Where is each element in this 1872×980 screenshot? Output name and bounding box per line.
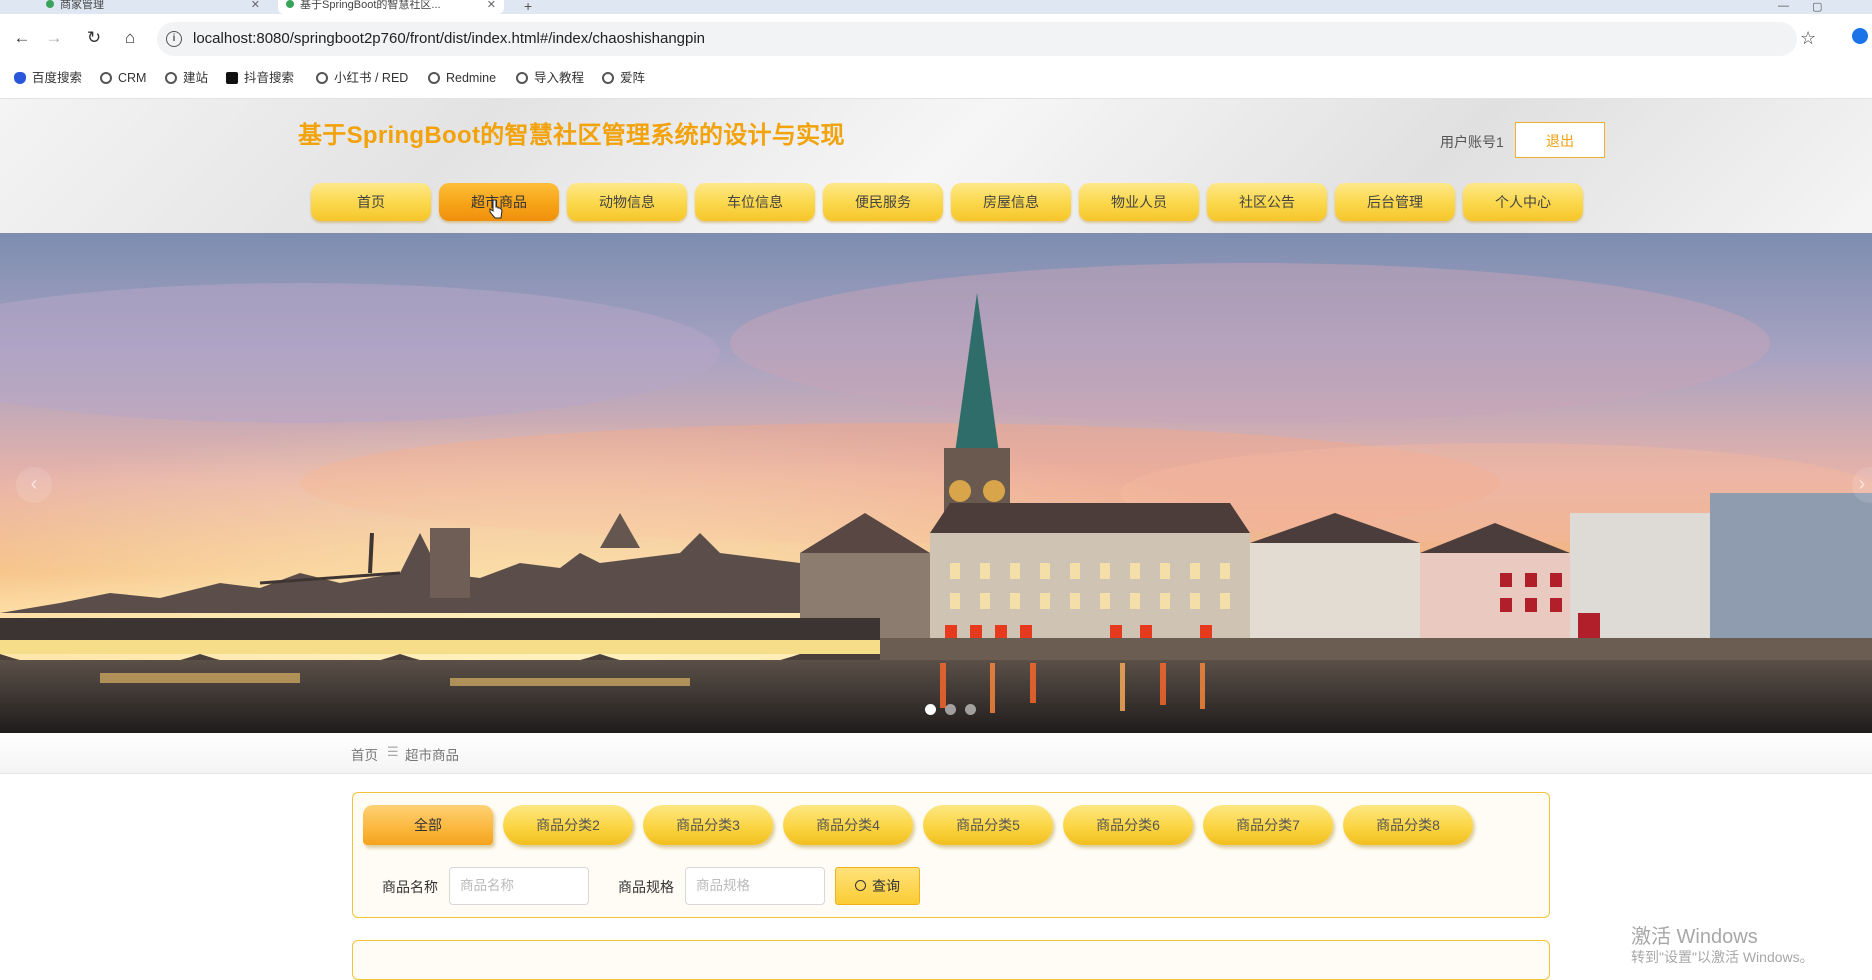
tab-favicon-icon xyxy=(46,0,54,8)
product-spec-label: 商品规格 xyxy=(618,879,674,895)
globe-icon xyxy=(516,72,528,84)
product-spec-input[interactable]: 商品规格 xyxy=(685,867,825,905)
new-tab-icon[interactable]: + xyxy=(524,0,532,14)
search-button[interactable]: 查询 xyxy=(835,867,920,905)
windows-activation-subtext: 转到"设置"以激活 Windows。 xyxy=(1631,949,1814,965)
category-button[interactable]: 商品分类3 xyxy=(643,805,773,845)
reload-icon[interactable]: ↻ xyxy=(82,26,106,50)
breadcrumb xyxy=(0,733,1872,774)
globe-icon xyxy=(100,72,112,84)
product-list-panel xyxy=(352,940,1550,980)
globe-icon xyxy=(316,72,328,84)
nav-property-staff[interactable]: 物业人员 xyxy=(1079,183,1199,221)
search-button-label: 查询 xyxy=(872,878,900,894)
breadcrumb-separator-icon: ☰ xyxy=(387,744,399,759)
bookmark-item[interactable]: 抖音搜索 xyxy=(226,70,294,86)
product-name-input[interactable]: 商品名称 xyxy=(449,867,589,905)
globe-icon xyxy=(428,72,440,84)
product-name-label: 商品名称 xyxy=(382,879,438,895)
site-info-icon[interactable]: i xyxy=(166,31,182,47)
restore-icon[interactable]: ▢ xyxy=(1812,0,1822,13)
nav-parking-info[interactable]: 车位信息 xyxy=(695,183,815,221)
category-button[interactable]: 商品分类2 xyxy=(503,805,633,845)
category-button[interactable]: 商品分类6 xyxy=(1063,805,1193,845)
breadcrumb-current: 超市商品 xyxy=(405,748,459,763)
bookmark-star-icon[interactable]: ☆ xyxy=(1800,28,1816,49)
minimize-icon[interactable]: — xyxy=(1778,0,1789,12)
home-icon[interactable]: ⌂ xyxy=(118,26,142,50)
site-title: 基于SpringBoot的智慧社区管理系统的设计与实现 xyxy=(298,122,845,149)
category-button[interactable]: 商品分类8 xyxy=(1343,805,1473,845)
nav-personal-center[interactable]: 个人中心 xyxy=(1463,183,1583,221)
windows-activation-watermark: 激活 Windows xyxy=(1631,926,1758,948)
bookmark-item[interactable]: 爱阵 xyxy=(602,70,645,86)
bookmark-item[interactable]: 建站 xyxy=(165,70,208,86)
nav-animal-info[interactable]: 动物信息 xyxy=(567,183,687,221)
close-tab-icon[interactable]: ✕ xyxy=(487,0,496,11)
bookmark-item[interactable]: CRM xyxy=(100,70,146,86)
profile-avatar-icon[interactable] xyxy=(1852,28,1868,44)
category-all[interactable]: 全部 xyxy=(363,805,493,845)
url-text[interactable]: localhost:8080/springboot2p760/front/dis… xyxy=(193,30,705,47)
search-icon xyxy=(855,880,866,891)
globe-icon xyxy=(165,72,177,84)
nav-community-notice[interactable]: 社区公告 xyxy=(1207,183,1327,221)
carousel-dot[interactable] xyxy=(965,704,976,715)
forward-arrow-icon[interactable]: → xyxy=(42,26,66,50)
category-button[interactable]: 商品分类5 xyxy=(923,805,1053,845)
bookmark-item[interactable]: Redmine xyxy=(428,70,496,86)
user-account-label: 用户账号1 xyxy=(1440,134,1504,150)
nav-admin[interactable]: 后台管理 xyxy=(1335,183,1455,221)
breadcrumb-home[interactable]: 首页 xyxy=(351,744,378,764)
mouse-cursor-icon xyxy=(489,199,503,219)
category-button[interactable]: 商品分类7 xyxy=(1203,805,1333,845)
banner-image-city-skyline xyxy=(0,233,1872,733)
nav-house-info[interactable]: 房屋信息 xyxy=(951,183,1071,221)
banner-carousel[interactable] xyxy=(0,233,1872,733)
browser-tab[interactable]: 商家管理 ✕ xyxy=(38,0,268,14)
close-tab-icon[interactable]: ✕ xyxy=(251,0,260,11)
baidu-icon xyxy=(14,72,26,84)
carousel-prev-icon[interactable]: ‹ xyxy=(16,467,52,503)
bookmark-item[interactable]: 导入教程 xyxy=(516,70,584,86)
tiktok-icon xyxy=(226,72,238,84)
carousel-dot[interactable] xyxy=(945,704,956,715)
tab-title: 商家管理 xyxy=(60,0,104,11)
nav-home[interactable]: 首页 xyxy=(311,183,431,221)
browser-tab-active[interactable]: 基于SpringBoot的智慧社区... ✕ xyxy=(278,0,504,14)
logout-button[interactable]: 退出 xyxy=(1515,122,1605,158)
category-button[interactable]: 商品分类4 xyxy=(783,805,913,845)
tab-title: 基于SpringBoot的智慧社区... xyxy=(300,0,441,11)
bookmark-item[interactable]: 小红书 / RED xyxy=(316,70,408,86)
bookmark-item[interactable]: 百度搜索 xyxy=(14,70,82,86)
tab-favicon-icon xyxy=(286,0,294,8)
back-arrow-icon[interactable]: ← xyxy=(10,26,34,50)
globe-icon xyxy=(602,72,614,84)
carousel-dot[interactable] xyxy=(925,704,936,715)
nav-convenience-service[interactable]: 便民服务 xyxy=(823,183,943,221)
